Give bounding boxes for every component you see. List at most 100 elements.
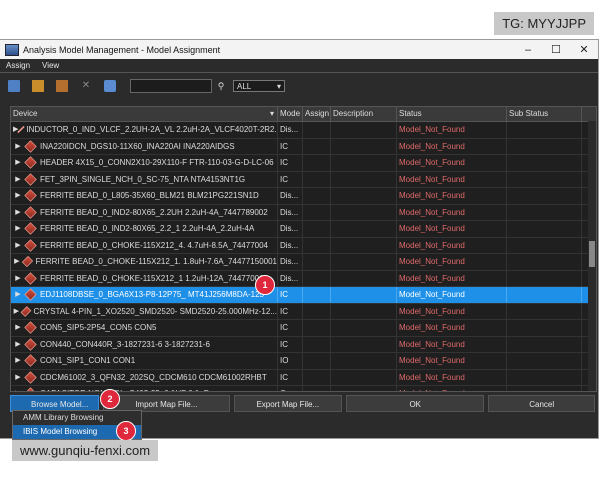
export-map-button[interactable]: Export Map File...: [233, 395, 343, 412]
sub-status-cell: [507, 336, 582, 352]
column-device[interactable]: Device ▾: [11, 107, 278, 121]
description-cell: [331, 188, 397, 204]
expand-arrow-icon[interactable]: ▶: [13, 254, 21, 269]
assign-cell: [303, 138, 331, 154]
mode-cell: IC: [278, 369, 303, 385]
expand-arrow-icon[interactable]: ▶: [13, 188, 23, 203]
expand-arrow-icon[interactable]: ▶: [13, 139, 23, 154]
table-row[interactable]: ▶ CDCM61002_3_QFN32_202SQ_CDCM610 CDCM610…: [11, 369, 596, 386]
watermark-top: TG: MYYJJPP: [494, 12, 594, 35]
description-cell: [331, 237, 397, 253]
device-cell: ▶ FERRITE BEAD_0_CHOKE-115X212_1. 1.8uH-7…: [11, 254, 278, 270]
delete-icon[interactable]: ✕: [80, 80, 92, 92]
mode-cell: Dis...: [278, 237, 303, 253]
mode-cell: IC: [278, 138, 303, 154]
sub-status-cell: [507, 122, 582, 138]
column-description[interactable]: Description: [331, 107, 397, 121]
component-icon: [24, 156, 37, 169]
description-cell: [331, 171, 397, 187]
device-cell: ▶ FERRITE BEAD_0_CHOKE-115X212_1 1.2uH-12…: [11, 270, 278, 286]
expand-arrow-icon[interactable]: ▶: [13, 370, 23, 385]
table-row[interactable]: ▶ FERRITE BEAD_0_IND2-80X65_2.2_1 2.2uH-4…: [11, 221, 596, 238]
component-icon: [24, 321, 37, 334]
column-mode[interactable]: Mode: [278, 107, 303, 121]
expand-arrow-icon[interactable]: ▶: [13, 172, 23, 187]
table-row[interactable]: ▶ CON5_SIP5-2P54_CON5 CON5 IC Model_Not_Fou…: [11, 320, 596, 337]
sub-status-cell: [507, 320, 582, 336]
mode-cell: Dis...: [278, 204, 303, 220]
table-row[interactable]: ▶ CAPACITOR NON-POL_C402-25_0.1UF 0.1uF Ca…: [11, 386, 596, 391]
table-row[interactable]: ▶ EDJ1108DBSE_0_BGA6X13-P8-12P75_ MT41J25…: [11, 287, 596, 304]
sub-status-cell: [507, 270, 582, 286]
table-row[interactable]: ▶ FERRITE BEAD_0_CHOKE-115X212_1 1.2uH-12…: [11, 270, 596, 287]
device-name: CON440_CON440R_3-1827231-6 3-1827231-6: [40, 339, 210, 349]
table-row[interactable]: ▶ FERRITE BEAD_0_IND2-80X65_2.2UH 2.2uH-4…: [11, 204, 596, 221]
status-cell: Model_Not_Found: [397, 353, 507, 369]
expand-arrow-icon[interactable]: ▶: [13, 337, 23, 352]
expand-arrow-icon[interactable]: ▶: [13, 304, 20, 319]
mode-cell: IC: [278, 336, 303, 352]
open-folder-icon[interactable]: [32, 80, 44, 92]
copy-icon[interactable]: [56, 80, 68, 92]
table-row[interactable]: ▶ FERRITE BEAD_0_CHOKE-115X212_4. 4.7uH-8…: [11, 237, 596, 254]
expand-arrow-icon[interactable]: ▶: [13, 221, 23, 236]
menu-assign[interactable]: Assign: [6, 61, 30, 70]
filter-select[interactable]: ALL ▾: [233, 80, 285, 92]
device-cell: ▶ INDUCTOR_0_IND_VLCF_2.2UH-2A_VL 2.2uH-2…: [11, 122, 278, 138]
expand-arrow-icon[interactable]: ▶: [13, 155, 23, 170]
device-name: CRYSTAL 4-PIN_1_XO2520_SMD2520- SMD2520-…: [33, 306, 277, 316]
search-input[interactable]: [130, 79, 212, 93]
expand-arrow-icon[interactable]: ▶: [13, 238, 23, 253]
maximize-button[interactable]: ☐: [542, 43, 570, 56]
component-icon: [24, 338, 37, 351]
assign-cell: [303, 254, 331, 270]
assign-cell: [303, 386, 331, 391]
component-icon: [24, 239, 37, 252]
callout-badge-2: 2: [100, 389, 120, 409]
table-row[interactable]: ▶ FET_3PIN_SINGLE_NCH_0_SC-75_NTA NTA4153…: [11, 171, 596, 188]
sub-status-cell: [507, 171, 582, 187]
close-button[interactable]: ✕: [570, 43, 598, 56]
expand-arrow-icon[interactable]: ▶: [13, 386, 23, 391]
vertical-scrollbar[interactable]: [588, 121, 596, 391]
column-status[interactable]: Status: [397, 107, 507, 121]
device-name: CON1_SIP1_CON1 CON1: [40, 356, 136, 366]
save-icon[interactable]: [8, 80, 20, 92]
device-cell: ▶ CDCM61002_3_QFN32_202SQ_CDCM610 CDCM610…: [11, 369, 278, 385]
search-icon[interactable]: ⚲: [215, 81, 227, 92]
assign-cell: [303, 188, 331, 204]
expand-arrow-icon[interactable]: ▶: [13, 205, 23, 220]
table-row[interactable]: ▶ FERRITE BEAD_0_CHOKE-115X212_1. 1.8uH-7…: [11, 254, 596, 271]
table-row[interactable]: ▶ INA220IDCN_DGS10-11X60_INA220AI INA220A…: [11, 138, 596, 155]
table-row[interactable]: ▶ FERRITE BEAD_0_L805-35X60_BLM21 BLM21PG…: [11, 188, 596, 205]
cancel-button[interactable]: Cancel: [488, 395, 595, 412]
assign-cell: [303, 336, 331, 352]
mode-cell: IC: [278, 320, 303, 336]
menu-view[interactable]: View: [42, 61, 59, 70]
device-cell: ▶ CON1_SIP1_CON1 CON1: [11, 353, 278, 369]
device-name: HEADER 4X15_0_CONN2X10-29X110-F FTR-110-…: [40, 158, 274, 168]
table-row[interactable]: ▶ CRYSTAL 4-PIN_1_XO2520_SMD2520- SMD2520…: [11, 303, 596, 320]
table-row[interactable]: ▶ CON440_CON440R_3-1827231-6 3-1827231-6 I…: [11, 336, 596, 353]
expand-arrow-icon[interactable]: ▶: [13, 320, 23, 335]
mode-cell: Dis...: [278, 270, 303, 286]
table-row[interactable]: ▶ INDUCTOR_0_IND_VLCF_2.2UH-2A_VL 2.2uH-2…: [11, 122, 596, 139]
expand-arrow-icon[interactable]: ▶: [13, 287, 23, 302]
description-cell: [331, 122, 397, 138]
table-body: ▶ INDUCTOR_0_IND_VLCF_2.2UH-2A_VL 2.2uH-2…: [11, 122, 596, 391]
ok-button[interactable]: OK: [346, 395, 485, 412]
sub-status-cell: [507, 254, 582, 270]
table-row[interactable]: ▶ CON1_SIP1_CON1 CON1 IO Model_Not_Found: [11, 353, 596, 370]
assign-icon[interactable]: [104, 80, 116, 92]
expand-arrow-icon[interactable]: ▶: [13, 122, 18, 137]
column-sub-status[interactable]: Sub Status: [507, 107, 582, 121]
expand-arrow-icon[interactable]: ▶: [13, 271, 23, 286]
scroll-thumb[interactable]: [589, 241, 595, 267]
column-assign[interactable]: Assign: [303, 107, 331, 121]
minimize-button[interactable]: –: [514, 44, 542, 56]
sub-status-cell: [507, 287, 582, 303]
device-cell: ▶ FET_3PIN_SINGLE_NCH_0_SC-75_NTA NTA4153…: [11, 171, 278, 187]
table-row[interactable]: ▶ HEADER 4X15_0_CONN2X10-29X110-F FTR-110…: [11, 155, 596, 172]
expand-arrow-icon[interactable]: ▶: [13, 353, 23, 368]
mode-cell: IC: [278, 303, 303, 319]
